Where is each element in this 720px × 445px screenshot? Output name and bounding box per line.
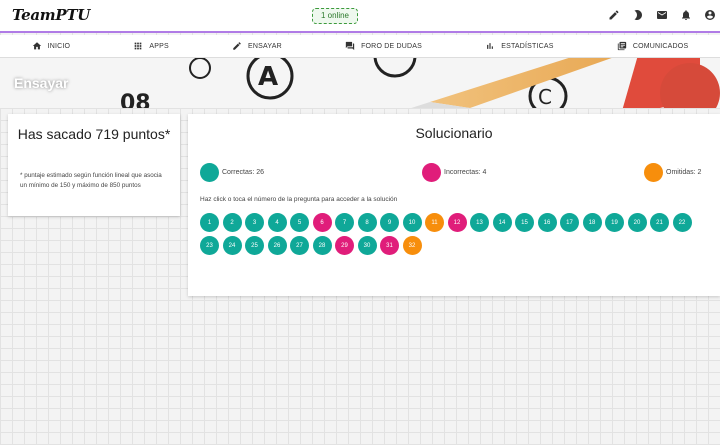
question-button-1[interactable]: 1 <box>200 213 219 232</box>
edit-icon <box>233 42 241 50</box>
question-button-14[interactable]: 14 <box>492 213 512 232</box>
main-nav: INICIO APPS ENSAYAR FORO DE DUDAS ESTADÍ… <box>0 35 720 58</box>
question-button-10[interactable]: 10 <box>402 213 422 232</box>
exam-sheet-illustration: A C 08 <box>0 58 720 108</box>
logo[interactable]: TeamPTU <box>12 6 90 24</box>
question-button-24[interactable]: 24 <box>222 236 242 255</box>
nav-item-apps[interactable]: APPS <box>133 41 169 51</box>
score-card: Has sacado 719 puntos* * puntaje estimad… <box>8 114 180 216</box>
question-button-25[interactable]: 25 <box>245 236 264 255</box>
question-button-21[interactable]: 21 <box>650 213 669 232</box>
apps-icon <box>135 42 142 50</box>
nav-item-label: INICIO <box>47 42 71 50</box>
mail-icon[interactable] <box>656 9 668 21</box>
question-button-28[interactable]: 28 <box>312 236 332 255</box>
nav-item-label: APPS <box>149 42 169 50</box>
question-button-31[interactable]: 31 <box>380 236 399 255</box>
score-title: Has sacado 719 puntos* <box>17 126 171 142</box>
solucionario-card: Solucionario Correctas: 26 Incorrectas: … <box>188 114 720 296</box>
svg-text:A: A <box>258 62 278 92</box>
top-app-bar: TeamPTU 1 online <box>0 0 720 33</box>
question-button-29[interactable]: 29 <box>335 236 354 255</box>
question-button-2[interactable]: 2 <box>222 213 242 232</box>
score-footnote: * puntaje estimado según función lineal … <box>20 172 162 189</box>
nav-item-label: ESTADÍSTICAS <box>501 42 554 50</box>
solucionario-title: Solucionario <box>415 125 493 141</box>
page-title: Ensayar <box>14 75 69 91</box>
question-button-18[interactable]: 18 <box>582 213 602 232</box>
nav-item-ensayar[interactable]: ENSAYAR <box>232 41 282 51</box>
question-button-26[interactable]: 26 <box>267 236 287 255</box>
question-button-7[interactable]: 7 <box>335 213 354 232</box>
legend-omitted-label: Omitidas: 2 <box>666 169 702 176</box>
nav-item-comunicados[interactable]: COMUNICADOS <box>617 41 688 51</box>
nav-item-label: COMUNICADOS <box>632 42 689 50</box>
online-status-badge[interactable]: 1 online <box>312 8 358 24</box>
library-icon <box>617 41 627 51</box>
nav-item-inicio[interactable]: INICIO <box>32 41 71 51</box>
legend-omitted: Omitidas: 2 <box>644 163 701 182</box>
page-banner: A C 08 Ensayar <box>0 58 720 108</box>
question-button-5[interactable]: 5 <box>290 213 309 232</box>
question-button-19[interactable]: 19 <box>605 213 624 232</box>
legend-correct: Correctas: 26 <box>200 163 264 182</box>
legend-incorrect-label: Incorrectas: 4 <box>444 169 487 176</box>
question-button-9[interactable]: 9 <box>380 213 399 232</box>
bell-icon[interactable] <box>680 9 692 21</box>
question-button-3[interactable]: 3 <box>245 213 264 232</box>
question-button-13[interactable]: 13 <box>470 213 489 232</box>
correct-dot-icon <box>200 163 219 182</box>
solucionario-instruction: Haz click o toca el número de la pregunt… <box>200 196 398 203</box>
incorrect-dot-icon <box>422 163 441 182</box>
question-button-27[interactable]: 27 <box>290 236 309 255</box>
legend-correct-label: Correctas: 26 <box>222 169 265 176</box>
question-button-4[interactable]: 4 <box>267 213 287 232</box>
bar-chart-icon <box>487 43 494 49</box>
top-actions <box>608 9 716 21</box>
nav-item-estadisticas[interactable]: ESTADÍSTICAS <box>485 41 553 51</box>
svg-text:08: 08 <box>120 91 151 108</box>
question-button-30[interactable]: 30 <box>357 236 377 255</box>
nav-item-foro-de-dudas[interactable]: FORO DE DUDAS <box>345 41 422 51</box>
question-button-6[interactable]: 6 <box>312 213 332 232</box>
question-button-32[interactable]: 32 <box>402 236 422 255</box>
question-grid: 1 2 3 4 5 6 7 8 9 10 11 12 13 14 15 16 17 18 19 20 21 22 23 24 2… <box>200 213 710 255</box>
question-button-23[interactable]: 23 <box>200 236 219 255</box>
home-icon <box>32 42 41 50</box>
omitted-dot-icon <box>644 163 663 182</box>
question-button-17[interactable]: 17 <box>560 213 579 232</box>
svg-text:C: C <box>538 85 552 108</box>
question-button-20[interactable]: 20 <box>627 213 647 232</box>
legend-incorrect: Incorrectas: 4 <box>422 163 486 182</box>
nav-item-label: FORO DE DUDAS <box>361 42 423 50</box>
question-button-12[interactable]: 12 <box>447 213 467 232</box>
account-icon[interactable] <box>704 9 716 21</box>
dark-mode-icon[interactable] <box>632 9 644 21</box>
question-button-16[interactable]: 16 <box>537 213 557 232</box>
forum-icon <box>345 41 355 51</box>
question-button-11[interactable]: 11 <box>425 213 444 232</box>
question-button-8[interactable]: 8 <box>357 213 377 232</box>
edit-icon[interactable] <box>608 9 620 21</box>
question-button-22[interactable]: 22 <box>672 213 692 232</box>
question-button-15[interactable]: 15 <box>515 213 534 232</box>
nav-item-label: ENSAYAR <box>248 42 282 50</box>
